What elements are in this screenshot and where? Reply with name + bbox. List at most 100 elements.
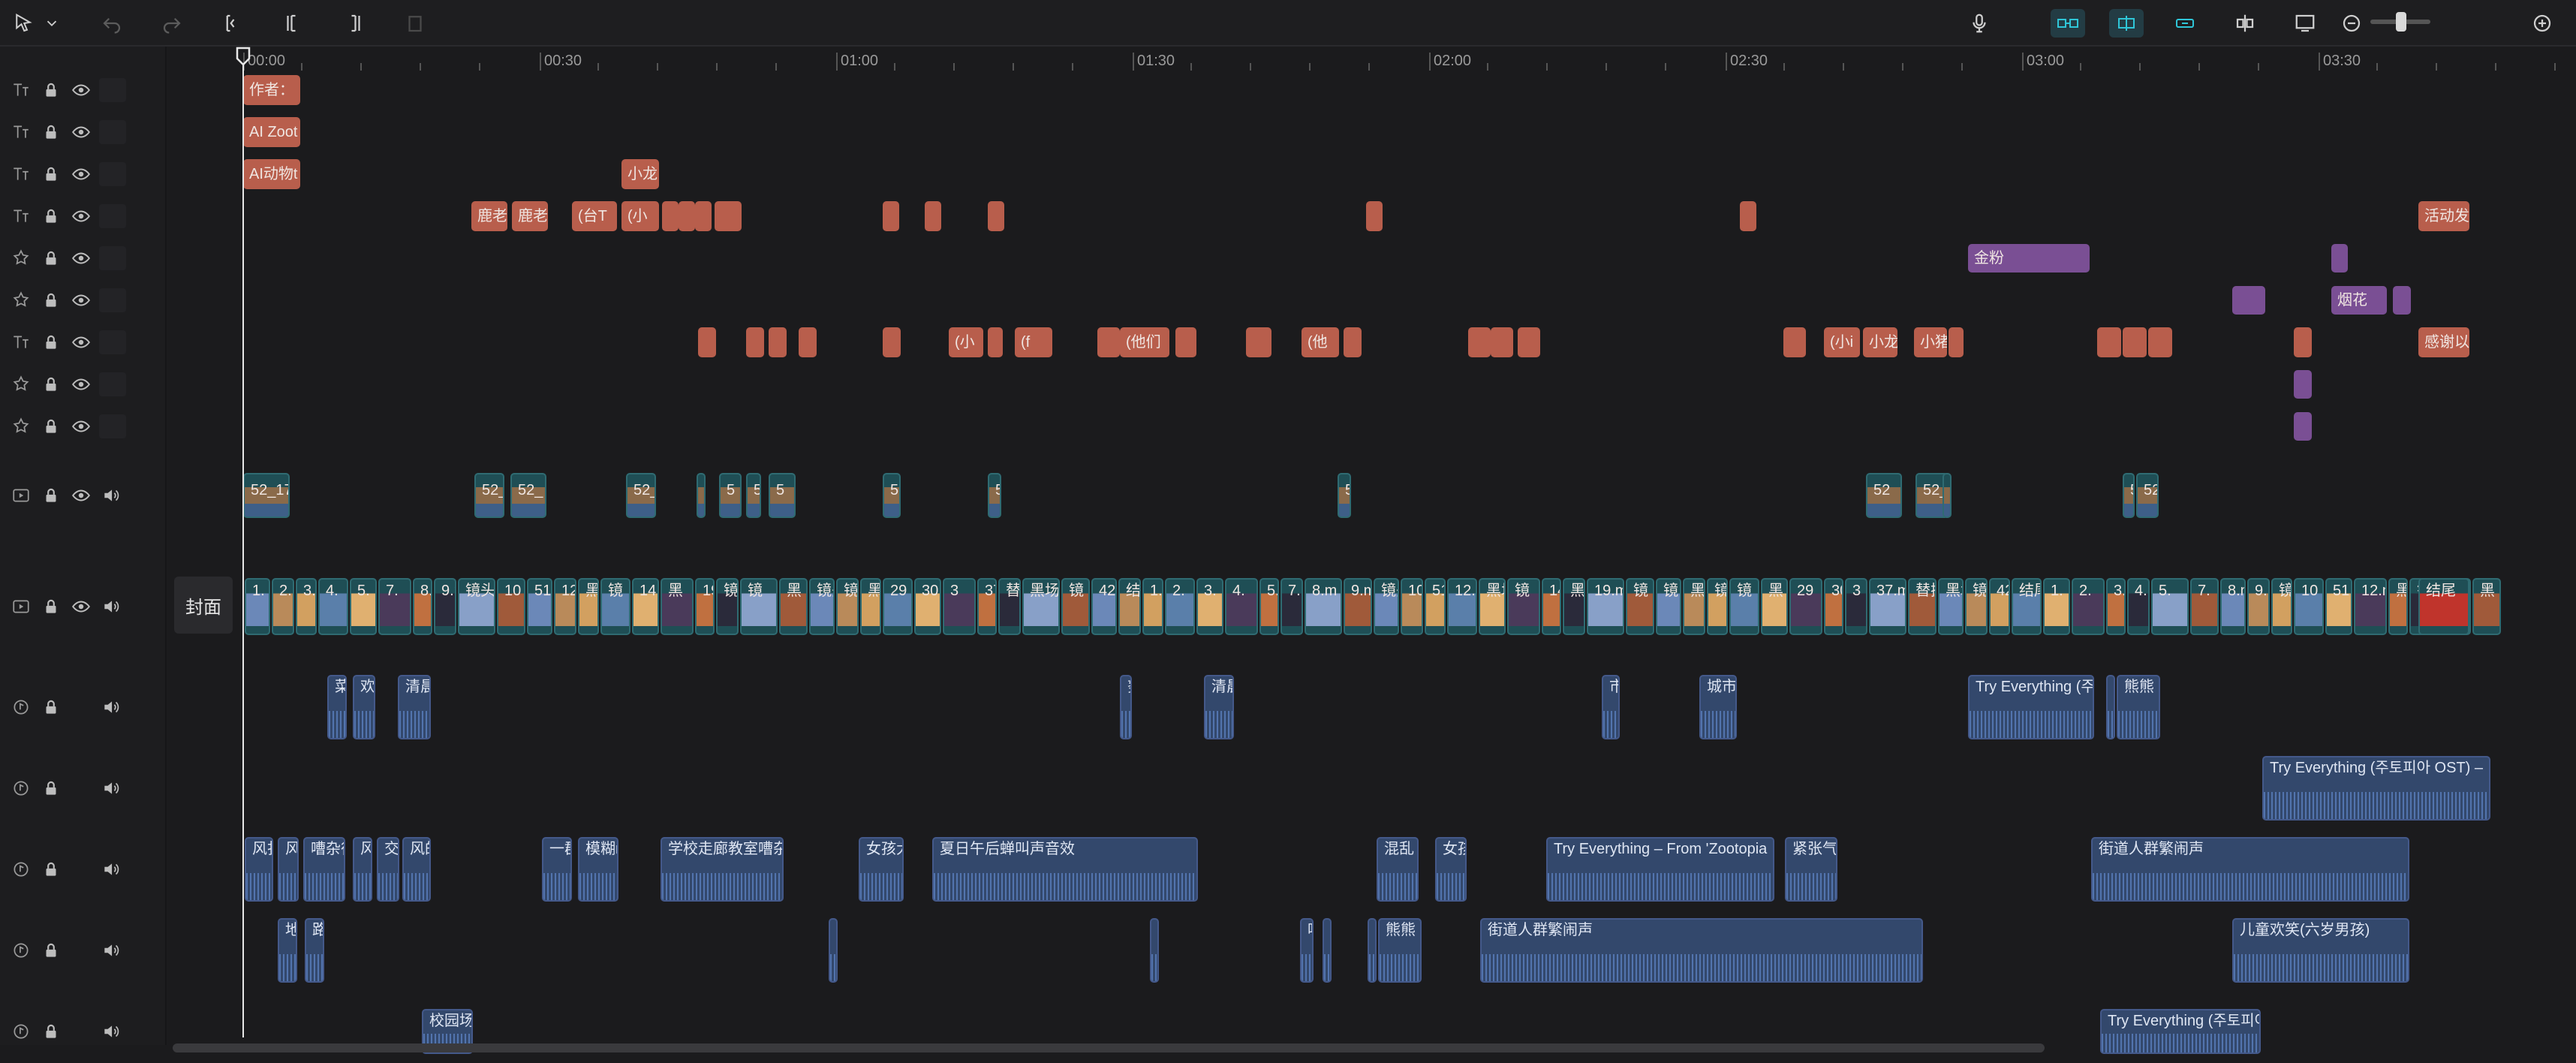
text-clip[interactable]	[679, 201, 695, 231]
audio-clip[interactable]: 女孩	[1435, 837, 1467, 902]
main-video-clip[interactable]: 黑场	[1022, 578, 1060, 635]
horizontal-scrollbar[interactable]	[173, 1043, 2045, 1052]
time-ruler[interactable]: 00:00 00:30 01:00 01:30 02:00 02:30 03:00 03:30	[242, 47, 2576, 74]
main-video-clip[interactable]: 3.	[1196, 578, 1223, 635]
video-clip[interactable]: 5	[769, 473, 796, 518]
main-video-clip[interactable]: 镜	[600, 578, 630, 635]
main-video-clip[interactable]: 黑	[779, 578, 808, 635]
video-clip[interactable]: 52_	[988, 473, 1001, 518]
delete-icon[interactable]	[401, 9, 429, 38]
video-clip[interactable]: 52_	[474, 473, 504, 518]
main-video-clip[interactable]: 3.	[296, 578, 317, 635]
main-video-clip[interactable]: 镜头	[809, 578, 835, 635]
main-video-clip[interactable]: 3.	[2106, 578, 2126, 635]
main-video-clip[interactable]: 镜头	[458, 578, 495, 635]
main-video-clip[interactable]: 替换	[998, 578, 1021, 635]
main-video-clip[interactable]: 9.m	[434, 578, 456, 635]
main-video-clip[interactable]: 14	[1542, 578, 1561, 635]
text-clip[interactable]	[1468, 327, 1491, 357]
audio-clip[interactable]: 熊熊	[2117, 675, 2160, 739]
main-video-clip[interactable]: 30.	[1824, 578, 1843, 635]
main-video-clip[interactable]: 4.	[1225, 578, 1258, 635]
zoom-in-icon[interactable]	[2528, 9, 2556, 38]
text-clip[interactable]: 活动发	[2418, 201, 2469, 231]
main-video-clip[interactable]: 51	[1425, 578, 1446, 635]
text-clip[interactable]: (他们	[1120, 327, 1169, 357]
lock-icon[interactable]	[36, 592, 66, 622]
main-video-clip[interactable]: 黑	[1761, 578, 1788, 635]
text-clip[interactable]: 小龙	[1863, 327, 1897, 357]
text-clip[interactable]	[883, 327, 901, 357]
audio-clip[interactable]	[829, 918, 838, 983]
video-clip[interactable]: 52_	[510, 473, 546, 518]
main-video-clip[interactable]: 镜	[1061, 578, 1090, 635]
lock-icon[interactable]	[36, 201, 66, 231]
text-clip[interactable]	[883, 201, 899, 231]
audio-clip[interactable]: 努	[1120, 675, 1132, 739]
chain-icon[interactable]	[2168, 9, 2202, 38]
eye-icon[interactable]	[66, 369, 96, 399]
video-clip[interactable]: 52_	[2136, 473, 2159, 518]
audio-clip[interactable]: 女孩大	[859, 837, 904, 902]
main-video-clip[interactable]: 29	[883, 578, 913, 635]
main-video-clip[interactable]: 37.m	[1869, 578, 1906, 635]
effect-clip[interactable]	[2331, 244, 2348, 273]
main-video-clip[interactable]: 42	[1989, 578, 2010, 635]
main-video-clip[interactable]: 镜	[836, 578, 859, 635]
lock-icon[interactable]	[36, 369, 66, 399]
zoom-slider-handle[interactable]	[2396, 12, 2406, 32]
main-video-clip[interactable]: 黑场	[1479, 578, 1506, 635]
playhead[interactable]	[236, 47, 251, 1037]
main-video-clip[interactable]: 4.	[318, 578, 348, 635]
text-clip[interactable]	[1097, 327, 1120, 357]
main-video-clip[interactable]: 镜	[1729, 578, 1759, 635]
main-video-clip[interactable]: 黑场	[578, 578, 599, 635]
audio-clip[interactable]: 熊熊	[1378, 918, 1422, 983]
cover-button[interactable]: 封面	[174, 577, 233, 634]
video-clip[interactable]: 5	[719, 473, 742, 518]
video-clip[interactable]: 52_	[1943, 473, 1952, 518]
text-clip[interactable]: 鹿老	[471, 201, 507, 231]
link-icon[interactable]	[2051, 9, 2085, 38]
main-video-clip[interactable]: 镜头	[1707, 578, 1728, 635]
main-video-clip[interactable]: 29	[1789, 578, 1822, 635]
effect-clip[interactable]	[2393, 286, 2411, 315]
magnet-icon[interactable]	[2109, 9, 2144, 38]
split-right-icon[interactable]	[339, 9, 368, 38]
text-clip[interactable]: AI动物t	[243, 159, 300, 189]
eye-icon[interactable]	[66, 75, 96, 105]
effect-clip[interactable]	[2232, 286, 2265, 315]
lock-icon[interactable]	[36, 935, 66, 965]
text-clip[interactable]	[988, 201, 1004, 231]
text-clip[interactable]: (小	[949, 327, 983, 357]
eye-icon[interactable]	[66, 592, 96, 622]
eye-icon[interactable]	[66, 117, 96, 147]
eye-icon[interactable]	[66, 243, 96, 273]
main-video-clip[interactable]: 1.	[2043, 578, 2070, 635]
text-clip[interactable]: (小	[621, 201, 659, 231]
main-video-clip[interactable]: 结尾	[2418, 578, 2469, 635]
audio-clip[interactable]: 交	[377, 837, 399, 902]
undo-icon[interactable]	[98, 9, 126, 38]
main-video-clip[interactable]: 19.m	[1587, 578, 1624, 635]
main-video-clip[interactable]: 12.m	[1447, 578, 1477, 635]
eye-icon[interactable]	[66, 411, 96, 441]
video-clip[interactable]: 52	[697, 473, 706, 518]
audio-clip[interactable]: 城市	[1699, 675, 1737, 739]
main-video-clip[interactable]: 12.m	[2354, 578, 2387, 635]
text-clip[interactable]	[988, 327, 1003, 357]
main-video-clip[interactable]: 镜	[1656, 578, 1681, 635]
eye-icon[interactable]	[66, 327, 96, 357]
effect-clip[interactable]	[2294, 370, 2312, 399]
main-video-clip[interactable]: 9.m	[2247, 578, 2270, 635]
text-clip[interactable]	[1344, 327, 1362, 357]
audio-clip[interactable]: 风的	[402, 837, 431, 902]
main-video-clip[interactable]: 镜	[740, 578, 778, 635]
text-clip[interactable]	[1783, 327, 1806, 357]
main-video-clip[interactable]: 7.	[2190, 578, 2219, 635]
main-video-clip[interactable]: 5.	[1259, 578, 1279, 635]
audio-clip[interactable]	[1323, 918, 1332, 983]
main-video-clip[interactable]: 51	[527, 578, 552, 635]
main-video-clip[interactable]: 黑场	[1938, 578, 1964, 635]
main-video-clip[interactable]: 2.	[272, 578, 294, 635]
